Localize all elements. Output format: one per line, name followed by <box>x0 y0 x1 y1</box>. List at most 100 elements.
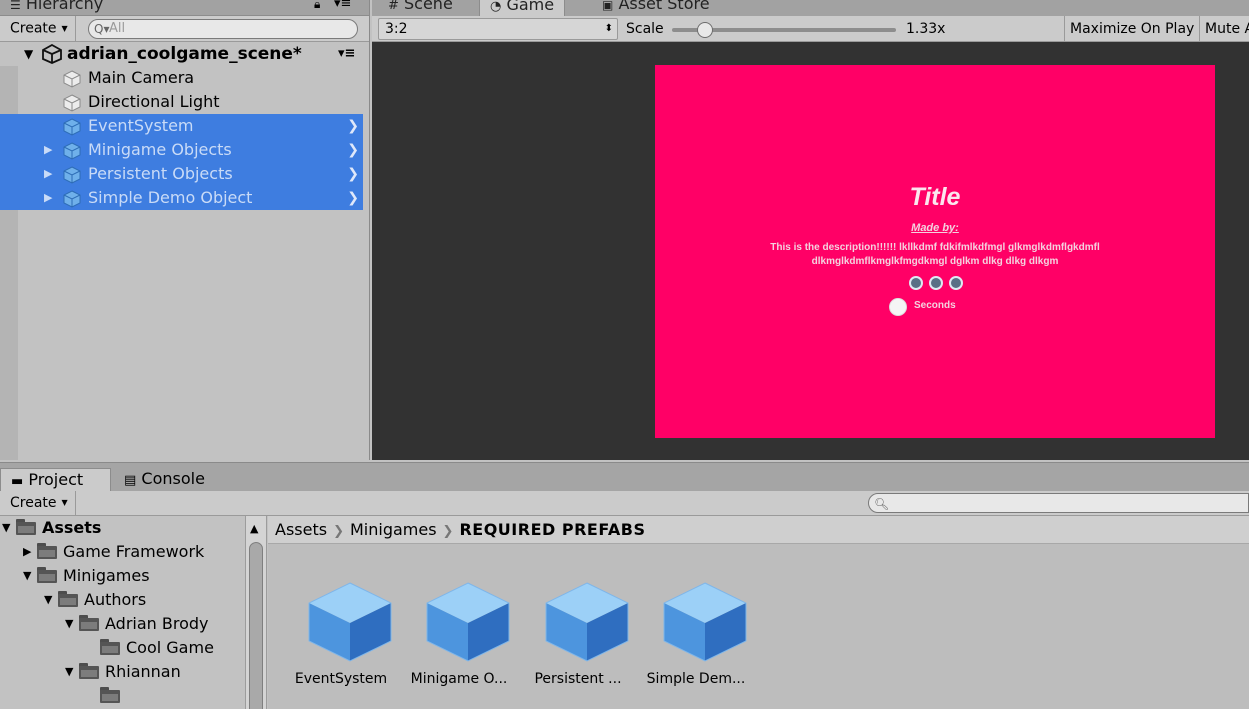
tab-scene-label: Scene <box>404 0 453 13</box>
hierarchy-item-label: Minigame Objects <box>88 140 232 159</box>
hierarchy-item[interactable]: Directional Light <box>0 90 363 114</box>
pacman-icon: ◔ <box>490 0 502 14</box>
tree-item-adrian-brody[interactable]: ▼ Adrian Brody <box>65 612 209 636</box>
tree-item-label: Assets <box>42 518 102 537</box>
folder-icon <box>16 519 36 535</box>
tab-project[interactable]: ▬ Project <box>0 468 111 491</box>
expand-arrow-icon[interactable]: ▼ <box>65 612 79 636</box>
expand-arrow-icon[interactable]: ▼ <box>44 588 58 612</box>
folder-icon <box>100 687 120 703</box>
expand-arrow-icon[interactable]: ▶ <box>23 540 37 564</box>
hierarchy-search-input[interactable]: Q▾ All <box>88 19 358 39</box>
hierarchy-item-selected[interactable]: ▶ Persistent Objects ❯ <box>0 162 363 186</box>
expand-arrow-icon[interactable]: ▼ <box>23 564 37 588</box>
asset-label: EventSystem <box>294 671 388 687</box>
expand-arrow-icon[interactable]: ▼ <box>24 42 33 66</box>
expand-arrow-icon[interactable]: ▼ <box>65 660 79 684</box>
scene-row[interactable]: ▼ adrian_coolgame_scene* ▾≡ <box>0 42 363 66</box>
unity-scene-icon <box>42 44 62 64</box>
scale-slider-thumb[interactable] <box>696 22 713 38</box>
tab-scene[interactable]: # Scene <box>378 0 463 16</box>
tab-asset-store[interactable]: ▣ Asset Store <box>592 0 720 16</box>
folder-icon <box>79 663 99 679</box>
aspect-dropdown[interactable]: 3:2 ⬍ <box>378 18 618 40</box>
gameobject-cube-icon <box>63 94 81 112</box>
hierarchy-item-selected[interactable]: EventSystem ❯ <box>0 114 363 138</box>
breadcrumb-item[interactable]: Minigames <box>350 520 437 539</box>
tab-hierarchy[interactable]: ☰ Hierarchy <box>0 0 113 16</box>
timer-clock-icon <box>889 298 907 316</box>
scrollbar-thumb[interactable] <box>249 542 263 709</box>
tree-item-authors[interactable]: ▼ Authors <box>44 588 146 612</box>
breadcrumb-item-current[interactable]: REQUIRED PREFABS <box>459 520 645 539</box>
tree-scrollbar[interactable]: ▲ <box>245 516 267 709</box>
tab-console[interactable]: ▤ Console <box>114 468 215 491</box>
hierarchy-item-label: Directional Light <box>88 92 220 111</box>
expand-arrow-icon[interactable]: ▼ <box>2 516 16 540</box>
tree-item-minigames[interactable]: ▼ Minigames <box>23 564 150 588</box>
aspect-value: 3:2 <box>385 21 408 37</box>
caret-down-icon: ▼ <box>61 498 68 507</box>
hierarchy-item-selected[interactable]: ▶ Simple Demo Object ❯ <box>0 186 363 210</box>
lock-icon[interactable]: 🔒︎ <box>314 0 320 12</box>
breadcrumb-separator-icon: ❯ <box>442 524 454 539</box>
prefab-cube-icon <box>663 582 747 662</box>
tree-item-rhiannan[interactable]: ▼ Rhiannan <box>65 660 181 684</box>
create-button[interactable]: Create ▼ <box>0 16 76 41</box>
folder-icon: ▬ <box>11 474 24 489</box>
scene-name: adrian_coolgame_scene* <box>67 44 302 64</box>
grid-icon: # <box>388 0 399 13</box>
scroll-up-arrow-icon[interactable]: ▲ <box>250 522 258 535</box>
scale-value: 1.33x <box>906 21 946 37</box>
tree-item-label: Minigames <box>63 566 150 585</box>
prefab-cube-icon <box>545 582 629 662</box>
scene-menu-icon[interactable]: ▾≡ <box>338 42 355 66</box>
maximize-on-play-button[interactable]: Maximize On Play <box>1064 16 1199 42</box>
folder-icon <box>100 639 120 655</box>
tree-item-game-framework[interactable]: ▶ Game Framework <box>23 540 204 564</box>
game-seconds-label: Seconds <box>914 300 956 311</box>
panel-menu-icon[interactable]: ▾≡ <box>334 0 351 11</box>
chevron-right-icon[interactable]: ❯ <box>347 138 359 162</box>
breadcrumb-item[interactable]: Assets <box>275 520 327 539</box>
tree-item-label: Authors <box>84 590 147 609</box>
mute-label: Mute A <box>1205 21 1249 37</box>
tree-item-partial[interactable] <box>100 684 126 708</box>
expand-arrow-icon[interactable]: ▶ <box>44 138 52 162</box>
project-create-button[interactable]: Create ▼ <box>0 491 76 515</box>
folder-icon <box>58 591 78 607</box>
caret-down-icon: ▼ <box>61 24 68 33</box>
prefab-cube-icon <box>63 166 81 184</box>
chevron-right-icon[interactable]: ❯ <box>347 162 359 186</box>
asset-label: Persistent ... <box>534 671 622 687</box>
list-icon: ☰ <box>10 0 21 12</box>
mute-audio-button[interactable]: Mute A <box>1199 16 1249 42</box>
hierarchy-item[interactable]: Main Camera <box>0 66 363 90</box>
game-tabbar: # Scene ◔ Game ▣ Asset Store <box>372 0 1249 16</box>
control-icon <box>949 276 963 290</box>
prefab-cube-icon <box>426 582 510 662</box>
game-canvas[interactable]: Title Made by: This is the description!!… <box>655 65 1215 438</box>
tree-item-assets[interactable]: ▼ Assets <box>2 516 101 540</box>
folder-icon <box>37 543 57 559</box>
project-toolbar: Create ▼ 🔍︎ <box>0 491 1249 516</box>
search-placeholder: All <box>109 21 126 36</box>
project-panel: ▬ Project ▤ Console Create ▼ 🔍︎ ▼ Assets ▶… <box>0 462 1249 709</box>
expand-arrow-icon[interactable]: ▶ <box>44 162 52 186</box>
chevron-right-icon[interactable]: ❯ <box>347 186 359 210</box>
store-bag-icon: ▣ <box>602 0 614 12</box>
tab-game[interactable]: ◔ Game <box>479 0 566 16</box>
tree-item-label: Rhiannan <box>105 662 181 681</box>
tree-item-cool-game[interactable]: Cool Game <box>100 636 214 660</box>
hierarchy-item-selected[interactable]: ▶ Minigame Objects ❯ <box>0 138 363 162</box>
expand-arrow-icon[interactable]: ▶ <box>44 186 52 210</box>
tab-project-label: Project <box>28 470 84 489</box>
project-search-input[interactable]: 🔍︎ <box>868 493 1249 513</box>
chevron-right-icon[interactable]: ❯ <box>347 114 359 138</box>
project-folder-tree: ▼ Assets ▶ Game Framework ▼ Minigames ▼ Auth… <box>0 516 245 709</box>
tab-asset-store-label: Asset Store <box>618 0 710 13</box>
prefab-cube-icon <box>63 190 81 208</box>
tab-console-label: Console <box>141 469 205 488</box>
search-icon: Q▾ <box>94 22 110 36</box>
create-label: Create <box>10 20 57 37</box>
